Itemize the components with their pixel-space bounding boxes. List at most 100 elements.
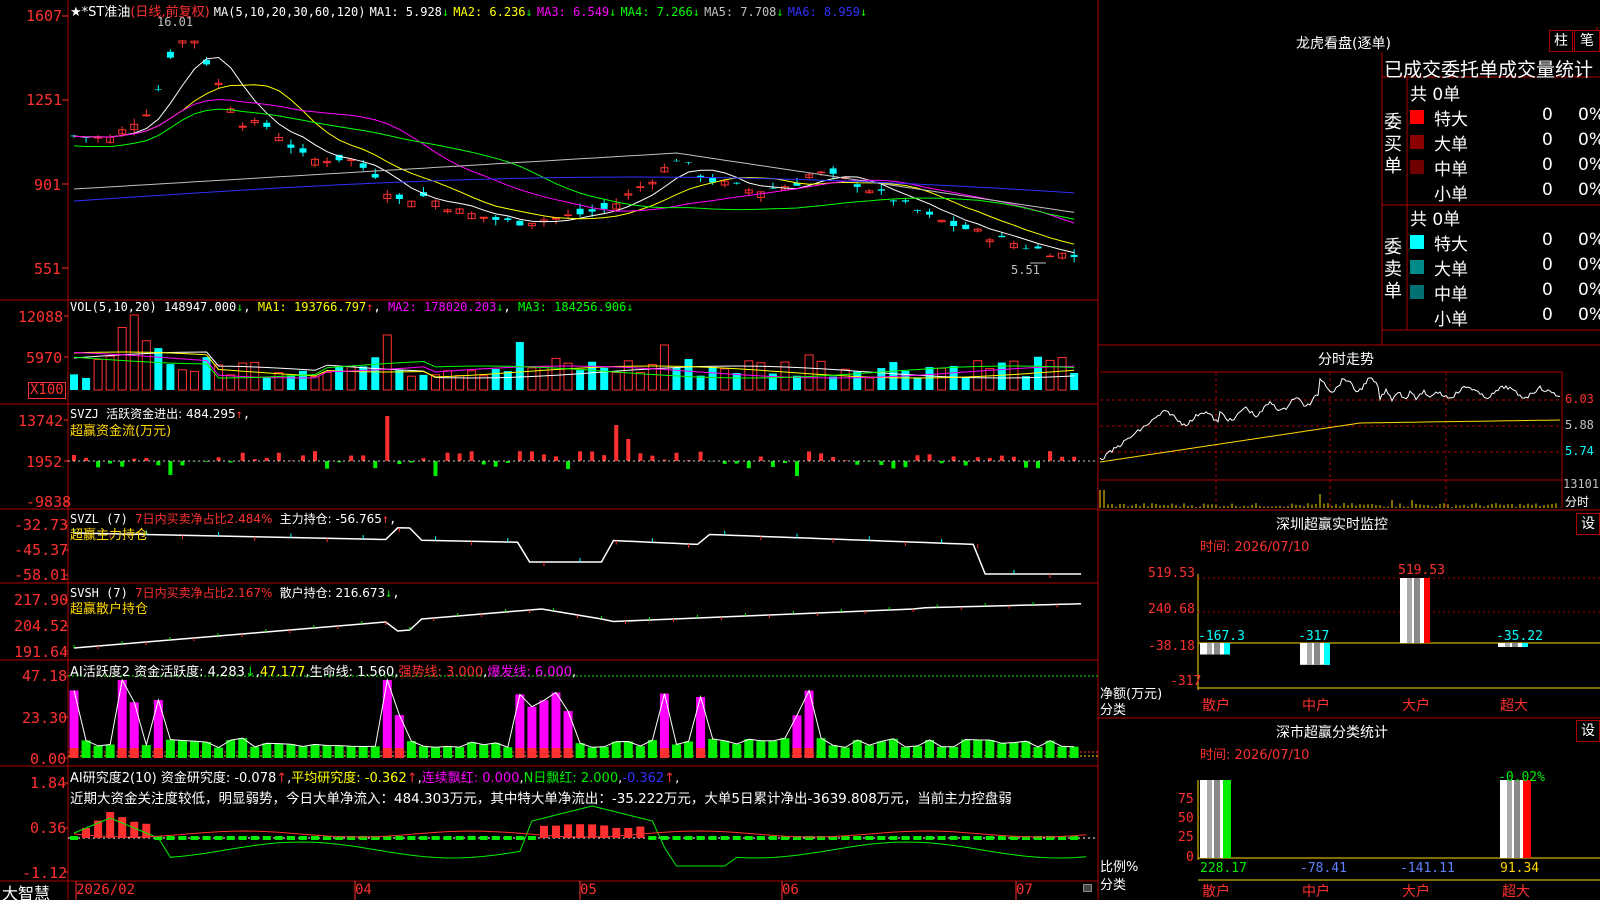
ai1-bar [949, 746, 959, 758]
ai1-bar-base [394, 748, 404, 758]
ai1-bar [888, 738, 898, 758]
candle-body [853, 184, 861, 187]
category-settings-button[interactable]: 设 [1576, 720, 1600, 742]
vol-bar [503, 371, 512, 390]
vol-bar [70, 374, 78, 390]
y-tick: -58.01 [14, 566, 69, 584]
vol-bar [829, 376, 838, 390]
ai1-bar-base [563, 748, 573, 758]
svzj-bar [879, 461, 884, 465]
svzj-bar [638, 453, 643, 461]
intraday-title: 分时走势 [1318, 352, 1374, 368]
category-y-tick: 50 [1178, 811, 1194, 826]
bar-mode-button[interactable]: 柱 [1549, 30, 1573, 52]
ai2-bar [913, 836, 922, 840]
tick-mode-button[interactable]: 笔 [1574, 30, 1600, 52]
vol-header: VOL(5,10,20) 148947.000↓, MA1: 193766.79… [70, 300, 634, 314]
ai1-bar [937, 746, 947, 758]
candle-body [287, 144, 295, 148]
ai1-bar [635, 746, 645, 758]
category-cat-label: 中户 [1302, 883, 1330, 900]
x-axis-label: 06 [782, 882, 799, 898]
monitor-y-tick: 240.68 [1148, 602, 1195, 617]
candle-body [576, 208, 584, 215]
category-cat-label: 超大 [1502, 884, 1530, 900]
ai1-bar [202, 742, 212, 758]
svzj-bar [373, 461, 378, 469]
svzj-bar [698, 451, 703, 461]
vol-bar [864, 377, 874, 391]
svsh-line [73, 603, 1082, 649]
vol-bar [141, 340, 151, 391]
ai1-bar [1033, 747, 1043, 758]
ai1-bar [900, 747, 910, 758]
ma4-line [73, 108, 1075, 220]
svzj-bar [457, 453, 462, 461]
lock-icon[interactable] [1083, 884, 1092, 892]
vol-bar [732, 373, 741, 390]
ai1-bar [117, 680, 127, 758]
svzl-sub: 超赢主力持仓 [70, 528, 149, 543]
ma2-value: MA2: 6.236↓ [453, 5, 533, 19]
ai1-bar [165, 739, 175, 758]
sell-row-large: 大单00% [1410, 255, 1600, 280]
ai2-bar [443, 836, 452, 840]
stock-title[interactable]: ★*ST准油 [70, 5, 130, 20]
ai1-bar-base [153, 748, 163, 758]
vol-bar [154, 348, 163, 390]
candle-body [889, 200, 897, 202]
monitor-settings-button[interactable]: 设 [1576, 513, 1600, 535]
ai2-bar [708, 836, 717, 840]
svzj-bar [433, 461, 438, 476]
svzj-bar [180, 461, 185, 466]
svzj-bar [746, 461, 751, 469]
ai2-bar [636, 826, 645, 838]
buy-order-label: 委买单 [1384, 112, 1402, 177]
ai2-bar [648, 836, 657, 840]
svzj-bar [903, 461, 908, 468]
candle-body [504, 218, 512, 220]
svzj-bar [758, 456, 763, 461]
ai2-bar [564, 824, 573, 838]
ai1-bar [358, 746, 368, 758]
ma5-value: MA5: 7.708↓ [704, 5, 784, 19]
ai2-bar [262, 836, 271, 840]
y-tick: 1952 [26, 453, 63, 471]
vol-bar [623, 360, 633, 391]
ai2-bar [901, 836, 910, 840]
ai1-bar [913, 745, 922, 758]
ai2-bar [865, 836, 874, 840]
monitor-bar [1400, 578, 1430, 643]
vol-bar [937, 367, 947, 391]
svzj-bar [1036, 461, 1040, 469]
ai2-bar [973, 836, 982, 840]
svzj-bar [204, 461, 209, 462]
y-tick: 47.18 [22, 667, 68, 685]
ai2-bar [949, 836, 958, 840]
ai1-bar-base [117, 748, 127, 758]
category-cat-label: 分类 [1100, 878, 1127, 893]
lhb-title: 龙虎看盘(逐单) [1296, 36, 1391, 52]
vol-bar [696, 375, 705, 390]
svzj-bar [819, 453, 824, 461]
stock-chart-area[interactable]: -167.3散户-317中户519.53大户-35.22超大228.17散户-7… [0, 0, 1600, 900]
ai2-bar [130, 821, 139, 838]
candle-body [1022, 248, 1030, 249]
category-title: 深市超赢分类统计 [1276, 725, 1388, 741]
svzj-bar [276, 452, 281, 461]
category-bar-label: -78.41 [1300, 861, 1347, 876]
svzj-bar [120, 461, 125, 467]
category-bar-label: 91.34 [1500, 861, 1539, 876]
ai1-bar [467, 742, 477, 758]
ai1-bar-base [539, 748, 549, 758]
lhb-header: 已成交委托单成交量统计 [1384, 59, 1594, 81]
ai2-bar [166, 836, 175, 840]
svzj-bar [1023, 461, 1028, 468]
vol-bar [1057, 357, 1067, 391]
vol-bar [708, 367, 717, 390]
ma1-value: MA1: 5.928↓ [369, 5, 450, 19]
ai1-bar [93, 745, 103, 758]
ai2-bar [491, 836, 500, 840]
y-tick: 13742 [18, 412, 64, 430]
ai2-bar [624, 827, 633, 838]
